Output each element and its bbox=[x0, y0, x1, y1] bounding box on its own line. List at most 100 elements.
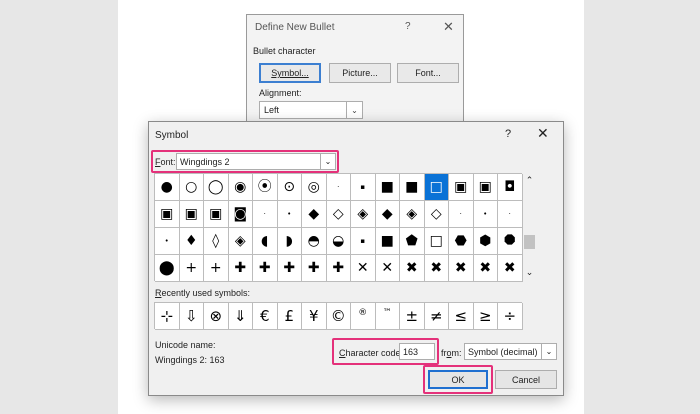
recent-symbol-cell[interactable]: ≥ bbox=[473, 303, 498, 330]
symbol-cell[interactable]: ○ bbox=[179, 174, 204, 201]
scroll-down-icon[interactable]: ⌄ bbox=[523, 267, 536, 278]
close-icon[interactable]: ✕ bbox=[537, 125, 549, 142]
symbol-cell[interactable]: ⦿ bbox=[253, 174, 278, 201]
recent-symbol-cell[interactable]: © bbox=[326, 303, 351, 330]
close-icon[interactable]: ✕ bbox=[443, 19, 454, 35]
recent-symbol-cell[interactable]: ¥ bbox=[302, 303, 327, 330]
chevron-down-icon[interactable]: ⌄ bbox=[541, 344, 556, 359]
symbol-cell[interactable]: ◇ bbox=[326, 201, 351, 228]
symbol-cell[interactable]: ✖ bbox=[498, 255, 523, 282]
symbol-cell[interactable]: ⯃ bbox=[498, 228, 523, 255]
recent-symbol-cell[interactable]: ® bbox=[351, 303, 376, 330]
recent-symbol-cell[interactable]: ≠ bbox=[424, 303, 449, 330]
recent-symbol-cell[interactable]: ™ bbox=[375, 303, 400, 330]
symbol-cell[interactable]: ◓ bbox=[302, 228, 327, 255]
symbol-cell[interactable]: ■ bbox=[375, 228, 400, 255]
recent-symbol-cell[interactable]: £ bbox=[277, 303, 302, 330]
picture-button-label: Picture... bbox=[342, 68, 378, 78]
symbol-cell[interactable]: □ bbox=[424, 174, 449, 201]
symbol-cell[interactable]: ✚ bbox=[253, 255, 278, 282]
help-button[interactable]: ? bbox=[405, 21, 411, 32]
recent-symbol-cell[interactable]: ≤ bbox=[449, 303, 474, 330]
symbol-cell[interactable]: ◗ bbox=[277, 228, 302, 255]
chevron-down-icon[interactable]: ⌄ bbox=[320, 154, 335, 169]
symbol-cell[interactable]: ✚ bbox=[326, 255, 351, 282]
scroll-up-icon[interactable]: ⌃ bbox=[523, 175, 536, 186]
symbol-cell[interactable]: ■ bbox=[400, 174, 425, 201]
from-label: from: bbox=[441, 348, 462, 358]
symbol-cell[interactable]: ◉ bbox=[228, 174, 253, 201]
symbol-cell[interactable]: ✖ bbox=[473, 255, 498, 282]
symbol-cell[interactable]: □ bbox=[424, 228, 449, 255]
symbol-cell[interactable]: · bbox=[253, 201, 278, 228]
symbol-cell[interactable]: ▪ bbox=[351, 228, 376, 255]
symbol-cell[interactable]: ✕ bbox=[351, 255, 376, 282]
alignment-select[interactable]: Left ⌄ bbox=[259, 101, 363, 119]
symbol-cell[interactable]: ▣ bbox=[155, 201, 180, 228]
recent-symbol-cell[interactable]: ÷ bbox=[498, 303, 523, 330]
font-select[interactable]: Wingdings 2 ⌄ bbox=[176, 153, 336, 170]
symbol-cell[interactable]: + bbox=[204, 255, 229, 282]
from-select[interactable]: Symbol (decimal) ⌄ bbox=[464, 343, 557, 360]
symbol-cell[interactable]: ◈ bbox=[228, 228, 253, 255]
unicode-name-value: Wingdings 2: 163 bbox=[155, 355, 225, 365]
symbol-cell[interactable]: ▪ bbox=[351, 174, 376, 201]
symbol-cell[interactable]: ◊ bbox=[204, 228, 229, 255]
recent-symbol-cell[interactable]: ± bbox=[400, 303, 425, 330]
symbol-cell[interactable]: ⬣ bbox=[449, 228, 474, 255]
symbol-cell[interactable]: ◈ bbox=[400, 201, 425, 228]
symbol-cell[interactable]: • bbox=[277, 201, 302, 228]
symbol-cell[interactable]: ♦ bbox=[179, 228, 204, 255]
symbol-cell[interactable]: · bbox=[449, 201, 474, 228]
cancel-button[interactable]: Cancel bbox=[495, 370, 557, 389]
symbol-cell[interactable]: ✖ bbox=[449, 255, 474, 282]
picture-button[interactable]: Picture... bbox=[329, 63, 391, 83]
grid-scrollbar[interactable]: ⌃ ⌄ bbox=[523, 173, 536, 281]
unicode-name-label: Unicode name: bbox=[155, 340, 216, 350]
symbol-cell[interactable]: ◈ bbox=[351, 201, 376, 228]
symbol-cell[interactable]: ✚ bbox=[228, 255, 253, 282]
symbol-cell[interactable]: ✚ bbox=[302, 255, 327, 282]
symbol-cell[interactable]: + bbox=[179, 255, 204, 282]
symbol-cell[interactable]: · bbox=[326, 174, 351, 201]
symbol-cell[interactable]: ◆ bbox=[375, 201, 400, 228]
ok-button[interactable]: OK bbox=[428, 370, 488, 389]
symbol-cell[interactable]: ◯ bbox=[204, 174, 229, 201]
symbol-cell[interactable]: • bbox=[473, 201, 498, 228]
dialog-title: Symbol bbox=[155, 130, 189, 141]
symbol-cell[interactable]: ⬢ bbox=[473, 228, 498, 255]
symbol-cell[interactable]: ✖ bbox=[400, 255, 425, 282]
help-button[interactable]: ? bbox=[505, 128, 511, 140]
symbol-cell[interactable]: ✖ bbox=[424, 255, 449, 282]
symbol-cell[interactable]: ◖ bbox=[253, 228, 278, 255]
symbol-cell[interactable]: • bbox=[155, 228, 180, 255]
symbol-cell[interactable]: ⬟ bbox=[400, 228, 425, 255]
recent-symbol-cell[interactable]: ⊹ bbox=[155, 303, 180, 330]
symbol-cell[interactable]: ▣ bbox=[179, 201, 204, 228]
symbol-cell[interactable]: · bbox=[498, 201, 523, 228]
symbol-cell[interactable]: ✚ bbox=[277, 255, 302, 282]
symbol-cell[interactable]: ◇ bbox=[424, 201, 449, 228]
symbol-cell[interactable]: ■ bbox=[375, 174, 400, 201]
symbol-cell[interactable]: ▣ bbox=[473, 174, 498, 201]
font-button[interactable]: Font... bbox=[397, 63, 459, 83]
symbol-cell[interactable]: ◘ bbox=[498, 174, 523, 201]
symbol-cell[interactable]: ▣ bbox=[204, 201, 229, 228]
symbol-cell[interactable]: ◆ bbox=[302, 201, 327, 228]
recent-symbol-cell[interactable]: ⇓ bbox=[228, 303, 253, 330]
recent-symbol-cell[interactable]: ⇩ bbox=[179, 303, 204, 330]
symbol-cell[interactable]: ◎ bbox=[302, 174, 327, 201]
symbol-cell[interactable]: ◒ bbox=[326, 228, 351, 255]
symbol-cell[interactable]: ⬤ bbox=[155, 255, 180, 282]
character-code-input[interactable]: 163 bbox=[399, 343, 435, 360]
recent-symbol-cell[interactable]: € bbox=[253, 303, 278, 330]
chevron-down-icon[interactable]: ⌄ bbox=[346, 102, 362, 118]
symbol-cell[interactable]: ◙ bbox=[228, 201, 253, 228]
symbol-cell[interactable]: ⊙ bbox=[277, 174, 302, 201]
scroll-thumb[interactable] bbox=[524, 235, 535, 249]
symbol-button[interactable]: Symbol... bbox=[259, 63, 321, 83]
recent-symbol-cell[interactable]: ⊗ bbox=[204, 303, 229, 330]
symbol-cell[interactable]: ● bbox=[155, 174, 180, 201]
symbol-cell[interactable]: ▣ bbox=[449, 174, 474, 201]
symbol-cell[interactable]: ✕ bbox=[375, 255, 400, 282]
